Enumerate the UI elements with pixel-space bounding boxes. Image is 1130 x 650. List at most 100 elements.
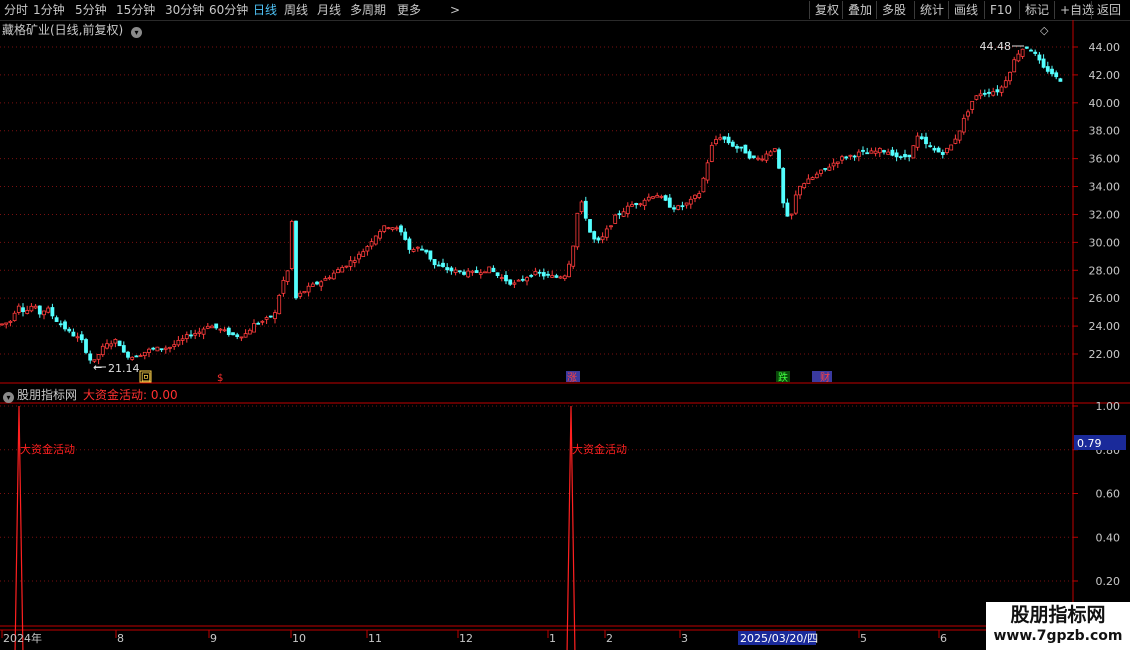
candle-body — [604, 228, 609, 238]
candle-body — [667, 197, 672, 208]
indicator-line — [14, 405, 576, 650]
period-tab-3[interactable]: 15分钟 — [116, 2, 155, 18]
candle-body — [945, 147, 949, 153]
candle-body — [441, 262, 445, 267]
candle-body — [180, 338, 185, 341]
period-tab-6[interactable]: 日线 — [253, 2, 277, 18]
event-marker-4: 财 — [820, 371, 830, 384]
candle-body — [751, 155, 756, 158]
candle-body — [235, 334, 240, 337]
candle-body — [323, 278, 328, 281]
candle-body — [315, 281, 319, 285]
candle-body — [1008, 71, 1012, 82]
period-tab-9[interactable]: 多周期 — [350, 2, 386, 18]
candle-body — [1016, 53, 1021, 62]
candle-body — [1050, 68, 1054, 75]
candle-body — [16, 305, 21, 313]
candle-body — [75, 336, 80, 339]
candle-body — [1033, 51, 1038, 54]
period-tab-0[interactable]: 分时 — [4, 2, 28, 18]
period-tab-2[interactable]: 5分钟 — [75, 2, 107, 18]
candle-body — [995, 89, 1000, 93]
period-tab-4[interactable]: 30分钟 — [165, 2, 204, 18]
candle-body — [672, 207, 676, 210]
chevron-right-icon[interactable]: > — [450, 2, 460, 18]
candle-body — [218, 328, 223, 331]
toolbar-button-4[interactable]: 画线 — [948, 1, 983, 19]
candle-body — [890, 149, 895, 156]
period-tab-7[interactable]: 周线 — [284, 2, 308, 18]
diamond-icon: ◇ — [1040, 24, 1049, 37]
period-tab-5[interactable]: 60分钟 — [209, 2, 248, 18]
chevron-down-icon[interactable]: ▾ — [3, 392, 14, 403]
candle-body — [306, 285, 311, 293]
date-label-8: 3 — [681, 632, 688, 645]
candle-body — [827, 166, 832, 171]
candle-body — [722, 136, 727, 140]
kline-chart[interactable]: 44.00 42.00 40.00 38.00 36.00 34.00 32.00 30.00… — [0, 20, 1130, 650]
candle-body — [46, 307, 51, 313]
candle-body — [781, 167, 786, 204]
toolbar-button-2[interactable]: 多股 — [876, 1, 911, 19]
candle-body — [634, 203, 639, 206]
date-label-2: 9 — [210, 632, 217, 645]
candle-body — [268, 315, 273, 318]
toolbar-button-5[interactable]: F10 — [984, 1, 1017, 19]
candle-body — [336, 269, 340, 274]
candle-body — [819, 169, 823, 174]
toolbar-button-6[interactable]: 标记 — [1019, 1, 1054, 19]
candle-body — [974, 95, 979, 100]
candle-body — [214, 323, 219, 329]
period-tab-1[interactable]: 1分钟 — [33, 2, 65, 18]
candle-body — [613, 214, 618, 224]
candle-body — [386, 227, 391, 230]
candle-body — [445, 267, 450, 271]
candle-body — [735, 145, 739, 149]
candle-body — [987, 91, 991, 94]
toolbar-button-0[interactable]: 复权 — [809, 1, 844, 19]
candle-body — [1054, 72, 1059, 78]
candle-body — [1045, 66, 1050, 72]
candle-body — [852, 155, 857, 158]
candle-body — [163, 347, 168, 350]
candle-body — [432, 259, 437, 266]
candle-body — [546, 273, 550, 276]
event-marker-3: 跌 — [778, 371, 788, 384]
candle-body — [277, 294, 282, 315]
candle-body — [982, 92, 987, 95]
candle-body — [655, 195, 660, 198]
toolbar-button-8[interactable]: 返回 — [1091, 1, 1126, 19]
period-tab-8[interactable]: 月线 — [317, 2, 341, 18]
candle-body — [499, 277, 504, 279]
candle-body — [151, 347, 156, 350]
price-tick-label: 42.00 — [1089, 69, 1121, 82]
candle-body — [617, 213, 622, 216]
candle-body — [882, 150, 886, 153]
watermark-title: 股朋指标网 — [1010, 604, 1106, 626]
candle-body — [915, 135, 920, 148]
period-tab-10[interactable]: 更多 — [397, 2, 421, 18]
candle-body — [113, 339, 118, 344]
price-tick-label: 22.00 — [1089, 348, 1121, 361]
candle-body — [12, 312, 17, 322]
candle-body — [1024, 46, 1029, 49]
candle-body — [96, 354, 101, 360]
date-label-0: 2024年 — [3, 631, 42, 645]
candle-body — [210, 325, 214, 329]
price-tick-label: 38.00 — [1089, 125, 1121, 138]
candle-body — [856, 151, 861, 158]
site-watermark: 股朋指标网 www.7gpzb.com — [986, 602, 1130, 650]
candle-body — [428, 250, 433, 260]
candle-body — [861, 149, 865, 152]
candle-body — [609, 225, 613, 228]
candle-body — [189, 334, 193, 337]
candle-body — [1029, 49, 1033, 52]
candle-body — [50, 307, 55, 317]
candle-body — [105, 343, 109, 349]
indicator-name[interactable]: 股朋指标网 — [17, 388, 77, 402]
candle-body — [588, 219, 592, 233]
toolbar-button-3[interactable]: 统计 — [914, 1, 949, 19]
candle-body — [201, 328, 206, 335]
candle-body — [835, 161, 840, 164]
toolbar-button-1[interactable]: 叠加 — [842, 1, 877, 19]
